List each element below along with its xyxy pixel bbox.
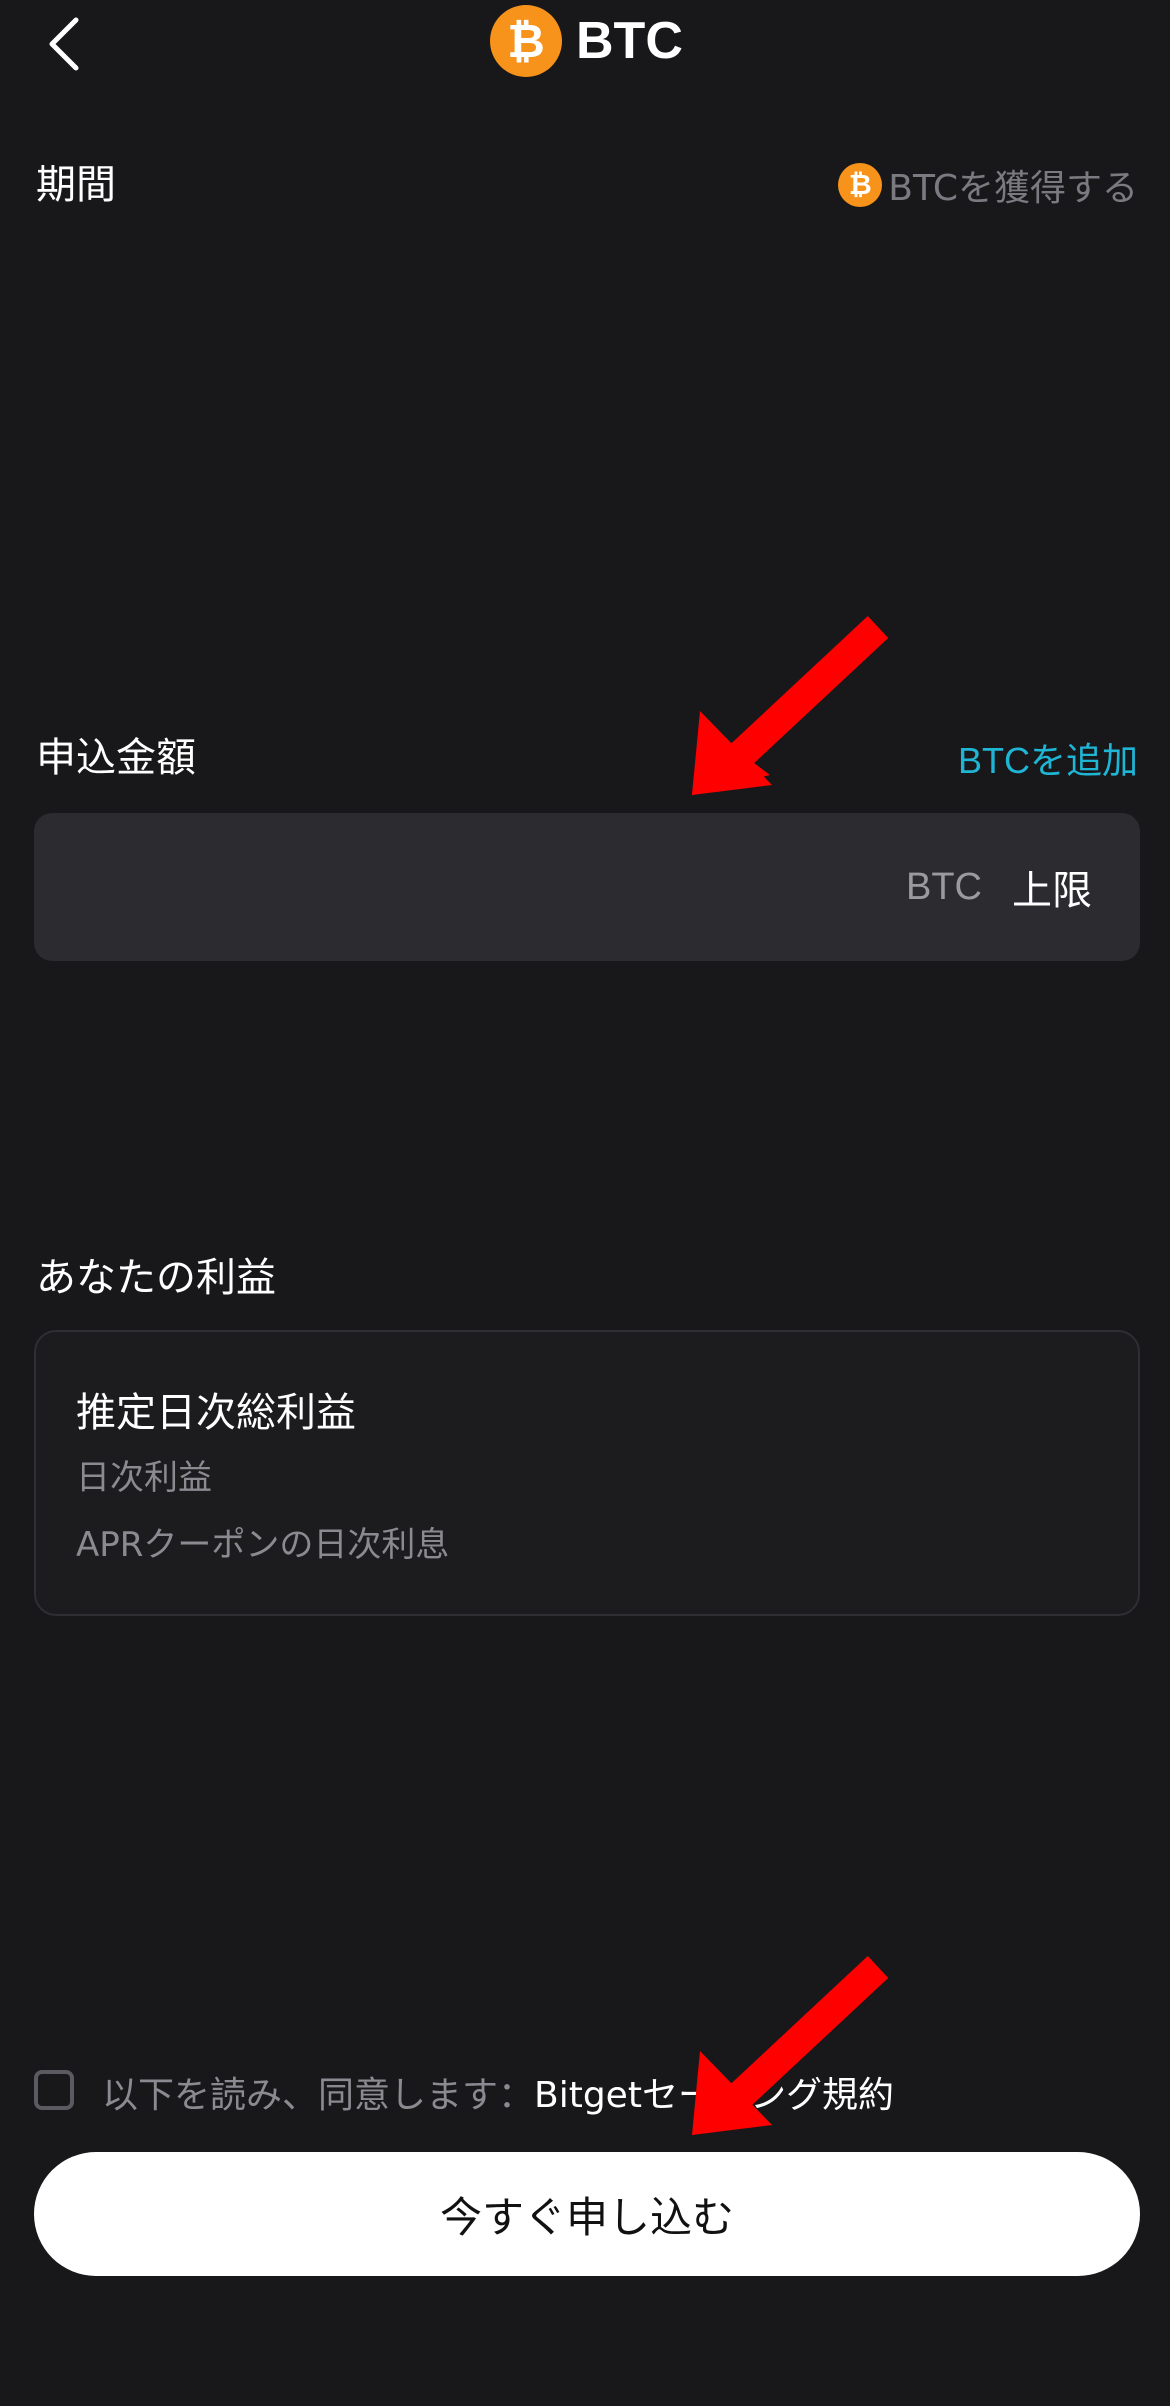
estimated-daily-total-profit-label: 推定日次総利益 (76, 1390, 356, 1436)
savings-terms-link[interactable]: Bitgetセービング規約 (534, 2075, 894, 2116)
subscription-amount-label: 申込金額 (36, 735, 196, 781)
agreement-text: 以下を読み、同意します：Bitgetセービング規約 (102, 2066, 894, 2118)
btc-coin-icon: ₿ (838, 163, 883, 207)
annotation-arrow-icon (692, 616, 889, 795)
earn-btc-link[interactable]: ₿ BTCを獲得する (838, 160, 1138, 210)
subscribe-now-button-label: 今すぐ申し込む (439, 2192, 734, 2242)
agreement-checkbox[interactable] (34, 2070, 74, 2110)
page-title-text: BTC (576, 12, 683, 70)
agreement-prefix: 以下を読み、同意します： (102, 2075, 535, 2116)
page-title: ₿ BTC (490, 3, 683, 79)
profit-card: 推定日次総利益 日次利益 APRクーポンの日次利息 (34, 1330, 1140, 1616)
amount-input[interactable] (34, 812, 896, 962)
earn-btc-link-text: BTCを獲得する (888, 168, 1138, 209)
subscribe-now-button[interactable]: 今すぐ申し込む (34, 2152, 1140, 2276)
profit-section-label: あなたの利益 (36, 1255, 276, 1301)
daily-profit-label: 日次利益 (76, 1458, 212, 1498)
apr-coupon-daily-interest-label: APRクーポンの日次利息 (76, 1525, 450, 1565)
btc-coin-icon: ₿ (490, 5, 562, 77)
max-button[interactable]: 上限 (1012, 858, 1092, 916)
back-button[interactable] (34, 6, 94, 82)
period-label: 期間 (36, 162, 116, 208)
amount-unit: BTC (906, 865, 982, 908)
chevron-left-icon (49, 17, 79, 71)
amount-input-container: BTC 上限 (34, 812, 1140, 962)
add-btc-link[interactable]: BTCを追加 (958, 732, 1138, 784)
